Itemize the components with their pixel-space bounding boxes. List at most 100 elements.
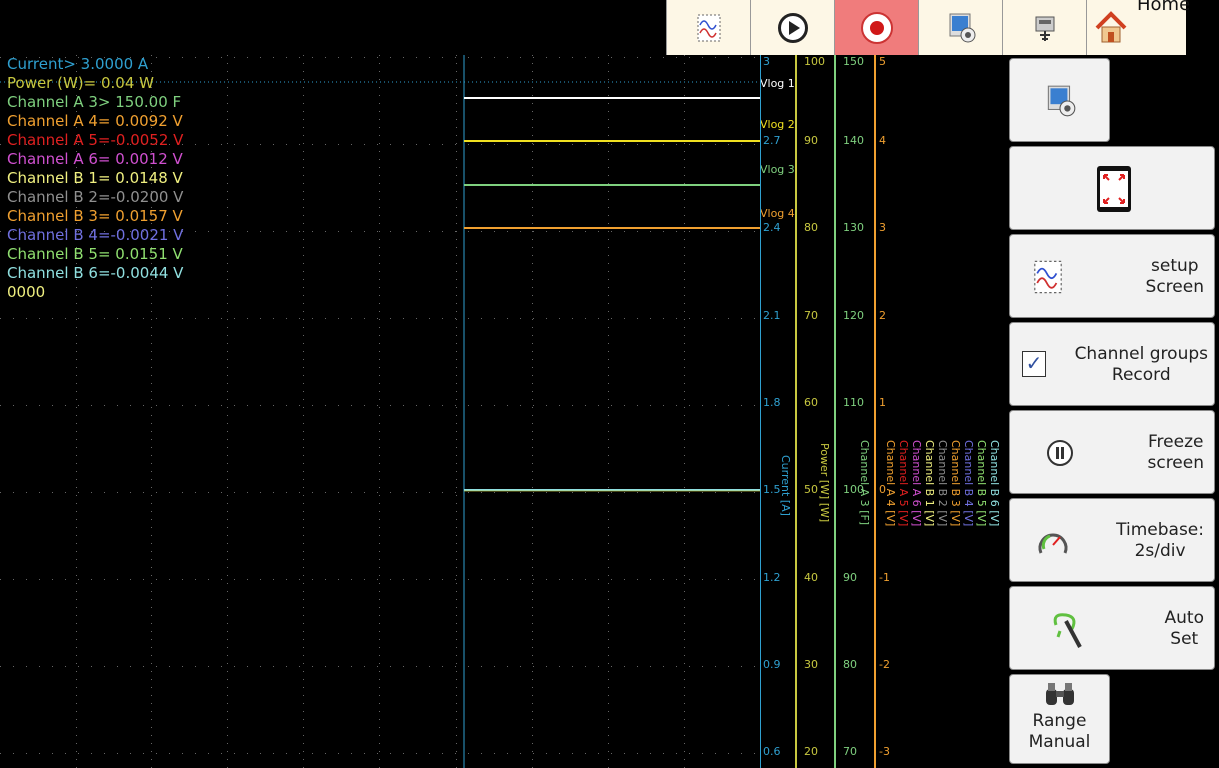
magic-wand-icon [1053,613,1082,648]
current-tick-label: 1.2 [763,571,781,584]
home-label: Home [1137,0,1191,15]
power-tick-label: 60 [804,396,818,409]
channel-a3-tick-label: 130 [843,221,864,234]
usb-device-icon [1035,16,1054,41]
waveform-icon [1034,260,1062,294]
power-axis-line [795,55,797,768]
readout-line: Channel A 3> 150.00 F [7,93,182,111]
vlog-label: Vlog 4 [760,207,795,220]
screenshot-panel-button[interactable] [1009,58,1110,142]
channel-axis-label: Channel B 5 [V] [975,440,988,527]
freeze-screen-button[interactable]: Freeze screen [1009,410,1215,494]
graph-view-button[interactable] [666,0,750,55]
gauge-icon [1038,533,1068,554]
channel-a3-tick-label: 120 [843,309,864,322]
top-toolbar: Home [666,0,1219,55]
readout-line: Channel A 5=-0.0052 V [7,131,184,149]
channel-a3-axis-label: Channel A 3 [F] [858,440,871,526]
vlog-label: Vlog 1 [760,77,795,90]
channel-v-tick-label: 3 [879,221,886,234]
current-axis-line [760,55,761,768]
channel-axis-label: Channel A 5 [V] [897,440,910,527]
channel-v-tick-label: -1 [879,571,890,584]
current-tick-label: 0.9 [763,658,781,671]
checkbox-icon[interactable]: ✓ [1022,351,1046,377]
vlog-label: Vlog 3 [760,163,795,176]
freeze-screen-label: Freeze screen [1147,432,1204,473]
current-tick-label: 2.1 [763,309,781,322]
readout-line: Channel A 4= 0.0092 V [7,112,183,130]
power-tick-label: 90 [804,134,818,147]
setup-screen-button[interactable]: setup Screen [1009,234,1215,318]
screenshot-button[interactable] [918,0,1002,55]
power-tick-label: 40 [804,571,818,584]
usb-device-button[interactable] [1002,0,1086,55]
power-tick-label: 80 [804,221,818,234]
camera-monitor-icon [1047,85,1076,117]
power-tick-label: 50 [804,483,818,496]
readout-line: Current> 3.0000 A [7,55,149,73]
channel-v-tick-label: 4 [879,134,886,147]
channel-axis-label: Channel A 6 [V] [910,440,923,527]
channel-a3-tick-label: 140 [843,134,864,147]
auto-set-label: Auto Set [1164,608,1204,649]
power-tick-label: 100 [804,55,825,68]
channel-a3-tick-label: 150 [843,55,864,68]
play-button[interactable] [750,0,834,55]
camera-monitor-icon [949,13,975,42]
current-tick-label: 2.4 [763,221,781,234]
range-manual-button[interactable]: Range Manual [1009,674,1110,764]
record-button[interactable] [834,0,918,55]
channel-axis-label: Channel B 2 [V] [936,440,949,527]
timebase-button[interactable]: Timebase: 2s/div [1009,498,1215,582]
channel-a3-tick-label: 80 [843,658,857,671]
channel-axis-label: Channel B 1 [V] [923,440,936,527]
channel-a3-axis-line [834,55,836,768]
power-tick-label: 70 [804,309,818,322]
channel-a3-tick-label: 90 [843,571,857,584]
channel-axis-label: Channel A 4 [V] [884,440,897,527]
setup-screen-label: setup Screen [1145,256,1204,297]
waveform-icon [697,14,720,41]
current-tick-label: 1.8 [763,396,781,409]
readout-line: Channel A 6= 0.0012 V [7,150,183,168]
channel-a3-tick-label: 110 [843,396,864,409]
home-button[interactable]: Home [1086,0,1190,55]
fullscreen-icon [1097,166,1131,212]
channel-v-tick-label: -3 [879,745,890,758]
readout-line: Channel B 2=-0.0200 V [7,188,184,206]
pause-icon [1047,440,1073,466]
readout-line: Channel B 3= 0.0157 V [7,207,183,225]
channel-axis-label: Channel B 3 [V] [949,440,962,527]
binoculars-icon [1046,683,1074,705]
home-icon [1095,10,1127,42]
channel-axis-label: Channel B 6 [V] [988,440,1001,527]
channel-readouts: Current> 3.0000 A Power (W)= 0.04 W Channe… [7,55,183,302]
channel-v-tick-label: -2 [879,658,890,671]
power-tick-label: 20 [804,745,818,758]
channel-groups-record-button[interactable]: ✓ Channel groups Record [1009,322,1215,406]
readout-line: Channel B 4=-0.0021 V [7,226,184,244]
power-axis-label: Power [W] [W] [818,443,831,523]
channel-v-tick-label: 5 [879,55,886,68]
range-manual-label: Range Manual [1028,711,1091,752]
vlog-label: Vlog 2 [760,118,795,131]
current-axis-label: Current [A] [779,455,792,516]
readout-line: Channel B 5= 0.0151 V [7,245,183,263]
play-icon [777,12,808,43]
timebase-label: Timebase: 2s/div [1116,520,1204,561]
channel-axis-label: Channel B 4 [V] [962,440,975,527]
readout-line: Channel B 1= 0.0148 V [7,169,183,187]
current-tick-label: 1.5 [763,483,781,496]
readout-line: Channel B 6=-0.0044 V [7,264,184,282]
channel-v-axis-line [874,55,876,768]
channel-groups-label: Channel groups Record [1074,344,1208,385]
power-tick-label: 30 [804,658,818,671]
current-tick-label: 0.6 [763,745,781,758]
readout-line: Power (W)= 0.04 W [7,74,154,92]
record-icon [860,11,893,44]
auto-set-button[interactable]: Auto Set [1009,586,1215,670]
fullscreen-button[interactable] [1009,146,1215,230]
channel-a3-tick-label: 70 [843,745,857,758]
readout-line: 0000 [7,283,46,301]
